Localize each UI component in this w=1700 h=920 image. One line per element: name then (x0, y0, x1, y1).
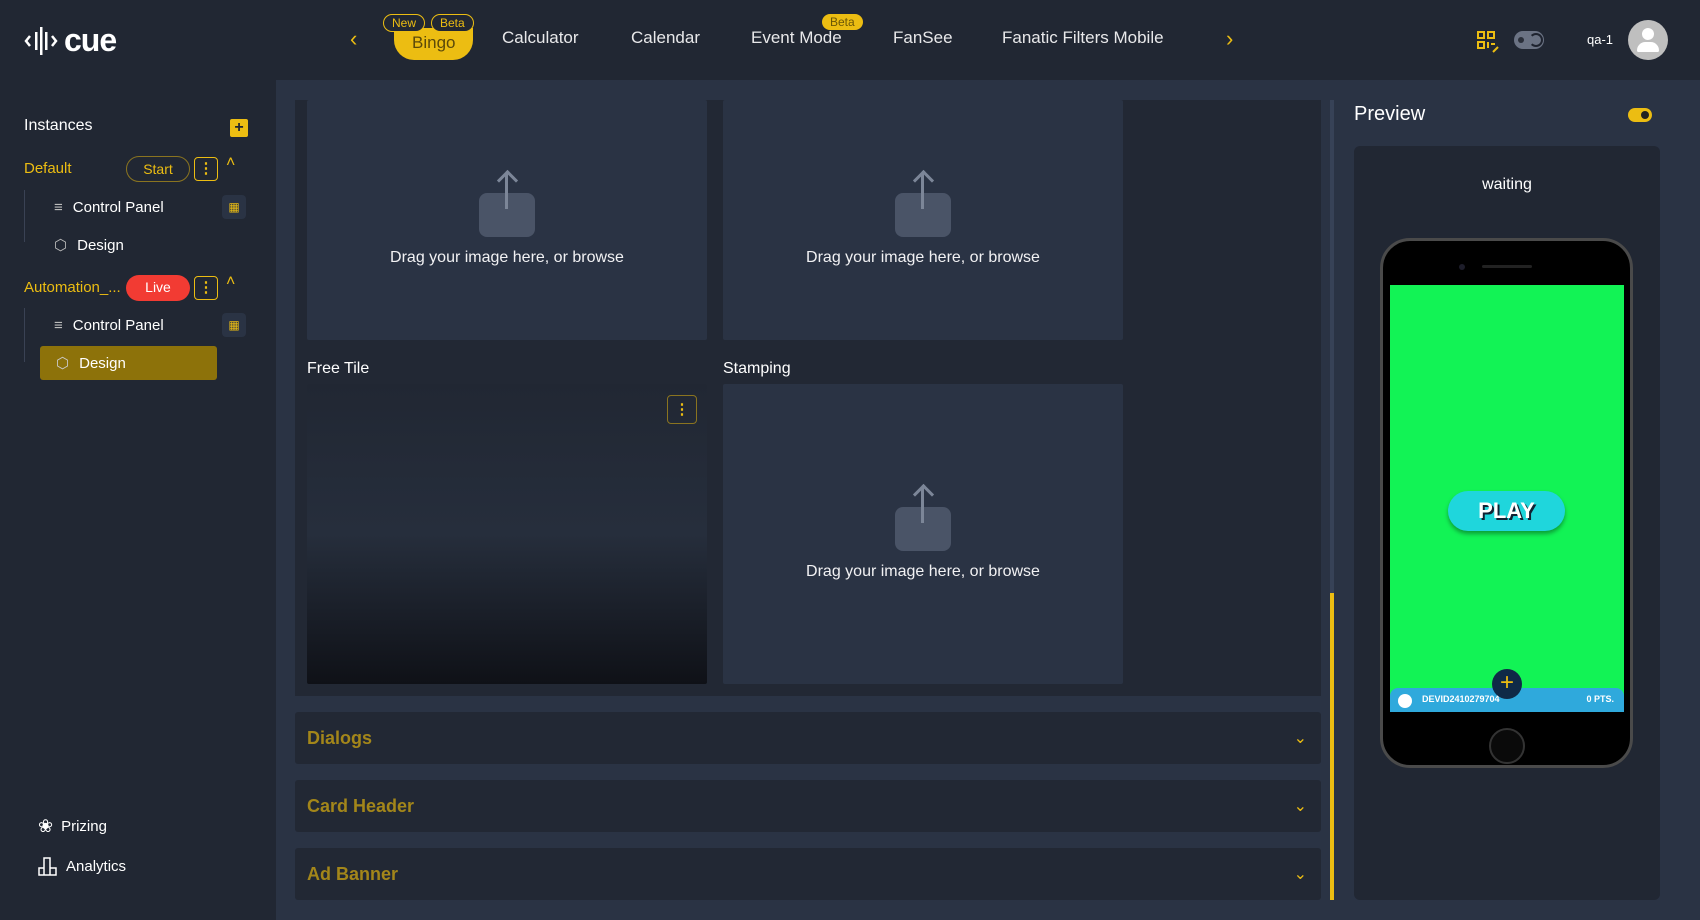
sidebar-item-prizing[interactable]: ❀ Prizing (22, 809, 107, 843)
chevron-right-icon[interactable]: › (1226, 26, 1233, 52)
qr-edit-icon[interactable] (1476, 30, 1502, 56)
tab-bingo[interactable]: Bingo (394, 28, 474, 60)
avatar[interactable] (1628, 20, 1668, 60)
start-button[interactable]: Start (126, 156, 190, 182)
tab-calendar[interactable]: Calendar (631, 28, 700, 48)
stamping-label: Stamping (723, 360, 791, 377)
live-badge[interactable]: Live (126, 275, 190, 301)
preview-title: Preview (1354, 103, 1426, 125)
tree-line (24, 308, 25, 362)
chevron-up-icon[interactable]: ˄ (226, 273, 235, 291)
free-tile-label: Free Tile (307, 360, 370, 377)
sidebar-item-design-active[interactable]: ⬡ Design (40, 346, 217, 380)
add-icon[interactable]: + (1492, 669, 1522, 699)
sliders-icon: ≡ (54, 198, 63, 216)
free-tile-image[interactable] (307, 384, 707, 684)
preview-status: waiting (1482, 176, 1532, 193)
image-dropzone[interactable]: Drag your image here, or browse (723, 100, 1123, 340)
nav-label: Control Panel (72, 198, 164, 216)
sliders-icon: ≡ (54, 316, 63, 334)
dropzone-text: Drag your image here, or browse (806, 563, 1040, 580)
beta-badge: Beta (431, 14, 474, 32)
accordion-title: Dialogs (307, 727, 373, 748)
cube-icon: ⬡ (54, 237, 68, 254)
phone-screen: PLAY DEVID2410279704 0 PTS. + (1390, 285, 1624, 712)
tab-calculator[interactable]: Calculator (502, 28, 579, 48)
preview-toggle[interactable] (1628, 108, 1652, 122)
chevron-left-icon[interactable]: ‹ (350, 26, 357, 52)
upload-icon (895, 487, 951, 551)
home-button (1489, 728, 1525, 764)
player-id: DEVID2410279704 (1422, 694, 1500, 704)
sidebar-item-analytics[interactable]: Analytics (22, 849, 126, 883)
free-tile-menu-button[interactable]: ⋮ (667, 395, 697, 424)
new-badge: New (383, 14, 426, 32)
tab-label: Bingo (412, 33, 456, 52)
waveform-icon (24, 26, 58, 55)
tab-fansee[interactable]: FanSee (893, 28, 953, 48)
chevron-down-icon: ⌄ (1293, 730, 1307, 747)
dropzone-text: Drag your image here, or browse (806, 249, 1040, 266)
nav-label: Design (77, 236, 124, 254)
image-dropzone[interactable]: Drag your image here, or browse (307, 100, 707, 340)
player-points: 0 PTS. (1586, 694, 1614, 704)
accordion-title: Card Header (307, 795, 415, 816)
nav-label: Analytics (66, 857, 127, 875)
instance-name[interactable]: Default (24, 160, 72, 177)
upload-icon (479, 173, 535, 237)
stamping-dropzone[interactable]: Drag your image here, or browse (723, 384, 1123, 684)
qr-code-button[interactable]: ▦ (222, 313, 246, 337)
accordion-dialogs[interactable]: Dialogs ⌄ (295, 712, 1321, 764)
scrollbar-thumb[interactable] (1330, 593, 1334, 900)
sidebar: Instances + Default Start ⋮ ˄ ≡ Control P… (0, 80, 276, 920)
cube-icon: ⬡ (56, 355, 70, 372)
nav-label: Design (79, 354, 126, 372)
chevron-down-icon: ⌄ (1293, 866, 1307, 883)
qr-code-button[interactable]: ▦ (222, 195, 246, 219)
sidebar-item-control-panel[interactable]: ≡ Control Panel (38, 190, 164, 224)
cue-logo[interactable]: cue (24, 22, 117, 59)
dropzone-text: Drag your image here, or browse (390, 249, 624, 266)
upload-icon (895, 173, 951, 237)
tab-fanatic-filters-mobile[interactable]: Fanatic Filters Mobile (1002, 28, 1164, 48)
accordion-card-header[interactable]: Card Header ⌄ (295, 780, 1321, 832)
chevron-down-icon: ⌄ (1293, 798, 1307, 815)
chevron-up-icon[interactable]: ˄ (226, 154, 235, 172)
sidebar-item-design[interactable]: ⬡ Design (38, 228, 124, 262)
tab-event-mode[interactable]: Event Mode (751, 28, 842, 48)
nav-label: Control Panel (72, 316, 164, 334)
username: qa-1 (1587, 32, 1614, 47)
moon-icon (1529, 33, 1543, 47)
player-icon (1398, 694, 1412, 708)
add-instance-button[interactable]: + (230, 119, 248, 137)
instance-menu-button[interactable]: ⋮ (194, 157, 218, 181)
top-header: cue ‹ Bingo New Beta Calculator Calendar… (0, 0, 1700, 80)
instance-name[interactable]: Automation_... (24, 279, 121, 296)
accordion-ad-banner[interactable]: Ad Banner ⌄ (295, 848, 1321, 900)
play-button[interactable]: PLAY (1448, 491, 1565, 531)
instance-menu-button[interactable]: ⋮ (194, 276, 218, 300)
award-icon: ❀ (38, 815, 54, 836)
logo-text: cue (64, 22, 117, 58)
beta-badge: Beta (822, 14, 863, 30)
dark-mode-toggle[interactable] (1514, 31, 1544, 49)
sidebar-item-control-panel[interactable]: ≡ Control Panel (38, 308, 164, 342)
tree-line (24, 190, 25, 242)
phone-frame: PLAY DEVID2410279704 0 PTS. + (1380, 238, 1633, 768)
scrollbar[interactable] (1330, 100, 1334, 900)
bar-chart-icon (38, 857, 57, 876)
accordion-title: Ad Banner (307, 863, 399, 884)
nav-label: Prizing (61, 817, 107, 835)
instances-title: Instances (24, 117, 93, 134)
